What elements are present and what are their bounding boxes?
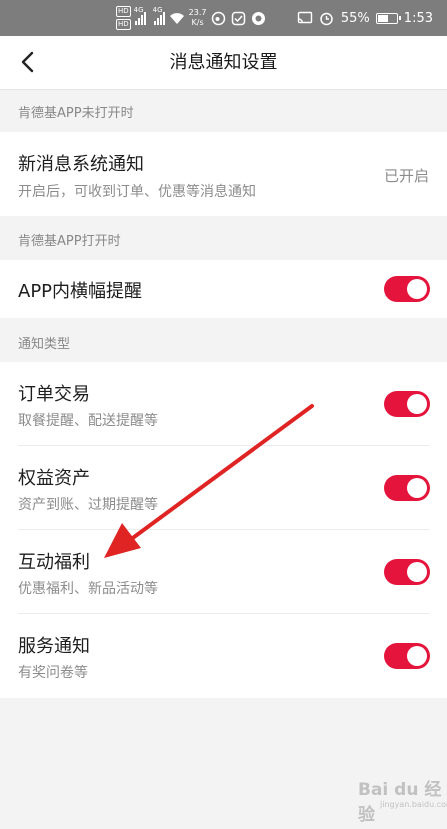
service-toggle[interactable] (384, 643, 430, 669)
section-label-app-open: 肯德基APP打开时 (18, 234, 121, 249)
system-notify-status: 已开启 (383, 167, 429, 185)
type-title: 权益资产 (18, 468, 90, 489)
network-speed-value: 23.7 (188, 8, 207, 17)
status-right-group: 55% 1:53 (297, 4, 433, 32)
type-subtitle: 有奖问卷等 (18, 665, 88, 681)
banner-title: APP内横幅提醒 (18, 281, 143, 302)
banner-toggle[interactable] (384, 276, 430, 302)
clock: 1:53 (403, 10, 433, 26)
nav-bar: 消息通知设置 (0, 36, 447, 90)
hd-badges: HD HD (116, 6, 131, 30)
alarm-icon (319, 10, 335, 26)
system-notify-subtitle: 开启后，可收到订单、优惠等消息通知 (18, 184, 256, 200)
type-subtitle: 资产到账、过期提醒等 (18, 497, 158, 513)
banner-card: APP内横幅提醒 (0, 260, 447, 318)
section-label-types: 通知类型 (18, 337, 71, 352)
battery-percent: 55% (340, 10, 370, 26)
type-row-order: 订单交易 取餐提醒、配送提醒等 (0, 362, 447, 446)
section-label-app-closed: 肯德基APP未打开时 (18, 106, 134, 121)
network-speed-unit: K/s (191, 18, 204, 27)
cell-signal-icon: 4G (134, 6, 146, 25)
status-left-group: HD HD 4G 4G 23.7 K/s (116, 4, 266, 32)
watermark-url: jingyan.baidu.com (380, 800, 447, 809)
benefits-toggle[interactable] (384, 559, 430, 585)
type-title: 订单交易 (18, 384, 90, 405)
banner-row: APP内横幅提醒 (0, 260, 447, 318)
page-title: 消息通知设置 (169, 52, 278, 73)
hd-badge: HD (116, 6, 131, 17)
type-row-assets: 权益资产 资产到账、过期提醒等 (0, 446, 447, 530)
assets-toggle[interactable] (384, 475, 430, 501)
battery-icon (375, 12, 401, 24)
system-notify-card: 新消息系统通知 开启后，可收到订单、优惠等消息通知 已开启 (0, 132, 447, 216)
weibo-icon (210, 10, 226, 26)
wifi-icon (169, 10, 185, 26)
check-shield-icon (230, 10, 246, 26)
status-bar: HD HD 4G 4G 23.7 K/s 55% 1:53 (0, 0, 447, 36)
cast-icon (297, 10, 313, 26)
toggle-knob (407, 478, 427, 498)
toggle-knob (407, 394, 427, 414)
hd-badge: HD (116, 19, 131, 30)
type-title: 服务通知 (18, 636, 90, 657)
type-row-benefits: 互动福利 优惠福利、新品活动等 (0, 530, 447, 614)
network-speed: 23.7 K/s (189, 8, 207, 28)
order-toggle[interactable] (384, 391, 430, 417)
type-title: 互动福利 (18, 552, 90, 573)
type-subtitle: 优惠福利、新品活动等 (18, 581, 158, 597)
toggle-knob (407, 279, 427, 299)
app-notification-icon (250, 10, 266, 26)
types-card: 订单交易 取餐提醒、配送提醒等 权益资产 资产到账、过期提醒等 互动福利 优惠福… (0, 362, 447, 698)
toggle-knob (407, 562, 427, 582)
system-notify-row[interactable]: 新消息系统通知 开启后，可收到订单、优惠等消息通知 已开启 (0, 132, 447, 216)
type-subtitle: 取餐提醒、配送提醒等 (18, 413, 158, 429)
type-row-service: 服务通知 有奖问卷等 (0, 614, 447, 698)
toggle-knob (407, 646, 427, 666)
system-notify-title: 新消息系统通知 (18, 154, 144, 175)
cell-signal-icon: 4G (153, 6, 165, 25)
